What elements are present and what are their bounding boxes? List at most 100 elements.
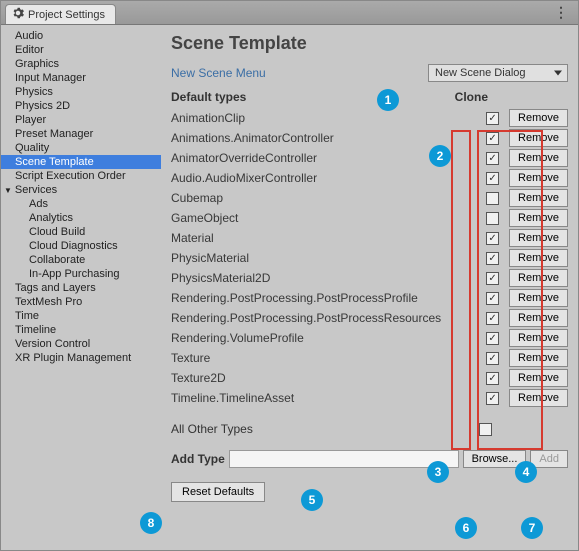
sidebar-item[interactable]: Preset Manager: [1, 127, 161, 141]
type-name: Rendering.VolumeProfile: [171, 331, 486, 345]
clone-checkbox[interactable]: [486, 332, 499, 345]
sidebar-item[interactable]: Ads: [1, 197, 161, 211]
type-name: Rendering.PostProcessing.PostProcessProf…: [171, 291, 486, 305]
dropdown-value: New Scene Dialog: [435, 67, 526, 79]
default-types-header: Default types Clone: [171, 90, 568, 104]
type-row: Rendering.PostProcessing.PostProcessProf…: [171, 288, 568, 308]
remove-button[interactable]: Remove: [509, 289, 568, 307]
type-name: AnimatorOverrideController: [171, 151, 486, 165]
sidebar-item[interactable]: Services: [1, 183, 161, 197]
type-name: PhysicMaterial: [171, 251, 486, 265]
add-type-row: Add Type Browse... Add: [171, 450, 568, 468]
type-row: Audio.AudioMixerControllerRemove: [171, 168, 568, 188]
sidebar-item[interactable]: Cloud Diagnostics: [1, 239, 161, 253]
remove-button[interactable]: Remove: [509, 169, 568, 187]
window-body: AudioEditorGraphicsInput ManagerPhysicsP…: [1, 25, 578, 550]
new-scene-dropdown[interactable]: New Scene Dialog: [428, 64, 568, 82]
sidebar-item[interactable]: Time: [1, 309, 161, 323]
sidebar-item[interactable]: Physics 2D: [1, 99, 161, 113]
clone-checkbox[interactable]: [486, 112, 499, 125]
add-type-label: Add Type: [171, 452, 225, 466]
sidebar-item[interactable]: Timeline: [1, 323, 161, 337]
all-other-checkbox[interactable]: [479, 423, 492, 436]
remove-button[interactable]: Remove: [509, 249, 568, 267]
remove-button[interactable]: Remove: [509, 189, 568, 207]
clone-checkbox[interactable]: [486, 192, 499, 205]
remove-button[interactable]: Remove: [509, 309, 568, 327]
remove-button[interactable]: Remove: [509, 389, 568, 407]
remove-button[interactable]: Remove: [509, 209, 568, 227]
clone-checkbox[interactable]: [486, 292, 499, 305]
sidebar-item[interactable]: Analytics: [1, 211, 161, 225]
type-row: Texture2D Remove: [171, 368, 568, 388]
remove-button[interactable]: Remove: [509, 129, 568, 147]
gear-icon: [12, 7, 24, 22]
clone-checkbox[interactable]: [486, 172, 499, 185]
type-row: Rendering.VolumeProfile Remove: [171, 328, 568, 348]
add-button[interactable]: Add: [530, 450, 568, 468]
remove-button[interactable]: Remove: [509, 269, 568, 287]
clone-checkbox[interactable]: [486, 232, 499, 245]
sidebar-item[interactable]: Collaborate: [1, 253, 161, 267]
remove-button[interactable]: Remove: [509, 149, 568, 167]
add-type-input[interactable]: [229, 450, 459, 468]
type-name: Cubemap: [171, 191, 486, 205]
reset-defaults-button[interactable]: Reset Defaults: [171, 482, 265, 502]
sidebar-item[interactable]: Scene Template: [1, 155, 161, 169]
titlebar: Project Settings ⋮: [1, 1, 578, 25]
clone-checkbox[interactable]: [486, 392, 499, 405]
reset-row: Reset Defaults: [171, 482, 568, 502]
type-row: PhysicsMaterial2D Remove: [171, 268, 568, 288]
type-row: GameObject Remove: [171, 208, 568, 228]
callout-6: 6: [455, 517, 477, 539]
clone-checkbox[interactable]: [486, 312, 499, 325]
type-row: AnimationClip Remove: [171, 108, 568, 128]
sidebar-item[interactable]: Input Manager: [1, 71, 161, 85]
clone-checkbox[interactable]: [486, 152, 499, 165]
sidebar-item[interactable]: In-App Purchasing: [1, 267, 161, 281]
sidebar-item[interactable]: Audio: [1, 29, 161, 43]
sidebar-item[interactable]: Physics: [1, 85, 161, 99]
sidebar-item[interactable]: Editor: [1, 43, 161, 57]
sidebar-item[interactable]: TextMesh Pro: [1, 295, 161, 309]
type-row: PhysicMaterial Remove: [171, 248, 568, 268]
sidebar-item[interactable]: Script Execution Order: [1, 169, 161, 183]
remove-button[interactable]: Remove: [509, 369, 568, 387]
remove-button[interactable]: Remove: [509, 229, 568, 247]
new-scene-menu-link[interactable]: New Scene Menu: [171, 66, 266, 80]
sidebar-item[interactable]: Tags and Layers: [1, 281, 161, 295]
sidebar-item[interactable]: Cloud Build: [1, 225, 161, 239]
clone-checkbox[interactable]: [486, 212, 499, 225]
browse-button[interactable]: Browse...: [463, 450, 527, 468]
sidebar-item[interactable]: Graphics: [1, 57, 161, 71]
type-row: Rendering.PostProcessing.PostProcessReso…: [171, 308, 568, 328]
remove-button[interactable]: Remove: [509, 329, 568, 347]
page-title: Scene Template: [171, 33, 568, 54]
clone-column-label: Clone: [455, 90, 568, 104]
window-tab[interactable]: Project Settings: [5, 4, 116, 24]
type-name: Animations.AnimatorController: [171, 131, 486, 145]
remove-button[interactable]: Remove: [509, 109, 568, 127]
type-row: Timeline.TimelineAssetRemove: [171, 388, 568, 408]
type-row: TextureRemove: [171, 348, 568, 368]
sidebar-item[interactable]: XR Plugin Management: [1, 351, 161, 365]
link-row: New Scene Menu New Scene Dialog: [171, 64, 568, 82]
clone-checkbox[interactable]: [486, 272, 499, 285]
sidebar-item[interactable]: Quality: [1, 141, 161, 155]
clone-checkbox[interactable]: [486, 352, 499, 365]
sidebar-item[interactable]: Player: [1, 113, 161, 127]
type-name: AnimationClip: [171, 111, 486, 125]
type-name: GameObject: [171, 211, 486, 225]
sidebar-item[interactable]: Version Control: [1, 337, 161, 351]
remove-button[interactable]: Remove: [509, 349, 568, 367]
clone-checkbox[interactable]: [486, 252, 499, 265]
type-name: Rendering.PostProcessing.PostProcessReso…: [171, 311, 486, 325]
clone-checkbox[interactable]: [486, 372, 499, 385]
menu-icon[interactable]: ⋮: [548, 4, 574, 21]
default-types-label: Default types: [171, 90, 246, 104]
window-tab-label: Project Settings: [28, 9, 105, 21]
clone-checkbox[interactable]: [486, 132, 499, 145]
type-name: PhysicsMaterial2D: [171, 271, 486, 285]
type-row: MaterialRemove: [171, 228, 568, 248]
type-name: Texture2D: [171, 371, 486, 385]
